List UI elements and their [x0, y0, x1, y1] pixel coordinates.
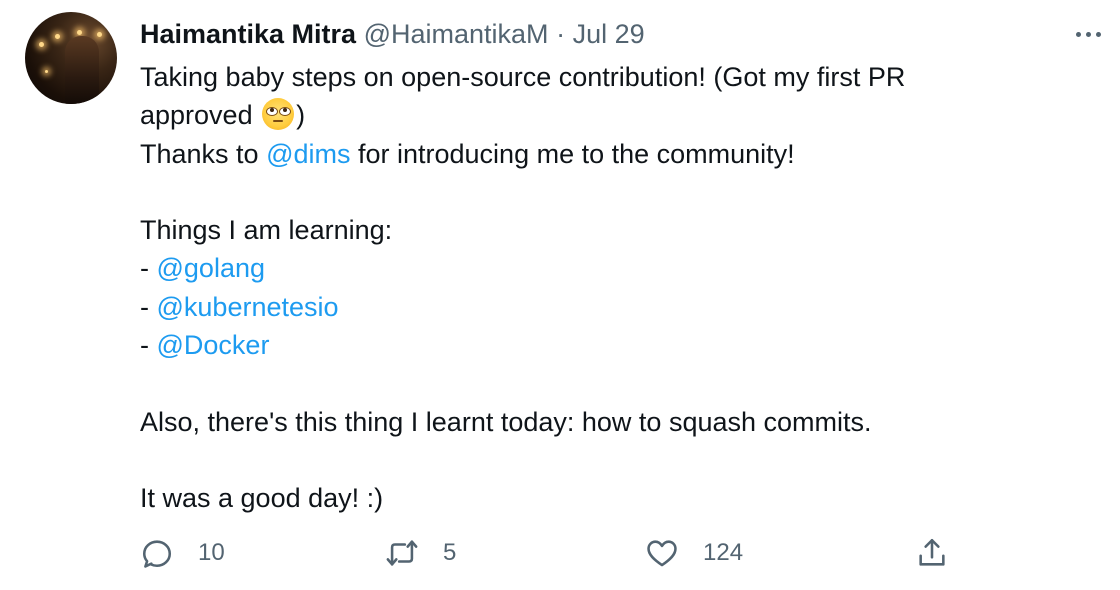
tweet-text-segment: for introducing me to the community!	[350, 138, 795, 169]
tweet-line	[140, 173, 1090, 211]
mention-link[interactable]: @kubernetesio	[157, 292, 339, 322]
tweet-text-segment: Things I am learning:	[140, 215, 393, 246]
mention-link[interactable]: @Docker	[157, 330, 270, 360]
tweet-line: approved )	[140, 96, 1090, 134]
retweet-count: 5	[443, 539, 457, 566]
tweet-line: - @kubernetesio	[140, 288, 1090, 326]
author-name[interactable]: Haimantika Mitra	[140, 19, 356, 49]
author-handle[interactable]: @HaimantikaM	[364, 19, 549, 49]
like-count: 124	[703, 539, 744, 566]
like-icon	[647, 540, 677, 567]
tweet-text-segment: approved	[140, 100, 261, 131]
reply-button[interactable]: 10	[140, 536, 225, 570]
tweet-date[interactable]: Jul 29	[573, 19, 645, 49]
reply-icon	[142, 540, 172, 568]
tweet-text-segment: Taking baby steps on open-source contrib…	[140, 62, 906, 92]
tweet-header: Haimantika Mitra @HaimantikaM · Jul 29	[140, 16, 645, 52]
tweet-line: Thanks to @dims for introducing me to th…	[140, 135, 1090, 173]
mention-link[interactable]: @golang	[157, 253, 266, 283]
tweet-line: Things I am learning:	[140, 211, 1090, 249]
tweet-line: Also, there's this thing I learnt today:…	[140, 403, 1090, 441]
share-button[interactable]	[915, 536, 949, 570]
header-separator: ·	[556, 19, 566, 49]
tweet-text: Taking baby steps on open-source contrib…	[140, 58, 1090, 518]
rolling-eyes-emoji-icon	[262, 98, 295, 131]
tweet-text-segment: It was a good day! :)	[140, 483, 384, 514]
tweet-text-segment: -	[140, 291, 157, 322]
mention-link[interactable]: @dims	[266, 139, 350, 169]
tweet-text-segment: -	[140, 330, 157, 361]
tweet-text-segment: )	[296, 100, 306, 131]
tweet-text-segment: Also, there's this thing I learnt today:…	[140, 406, 872, 437]
share-icon	[919, 538, 945, 566]
tweet-text-segment: Thanks to	[140, 138, 267, 169]
avatar[interactable]	[25, 12, 117, 104]
retweet-icon	[386, 540, 418, 566]
tweet-line: It was a good day! :)	[140, 479, 1090, 517]
tweet-line: - @Docker	[140, 326, 1090, 364]
reply-count: 10	[198, 539, 225, 566]
tweet-line	[140, 441, 1090, 479]
tweet-text-segment: -	[140, 253, 157, 284]
retweet-button[interactable]: 5	[385, 536, 456, 570]
tweet-line: - @golang	[140, 249, 1090, 287]
like-button[interactable]: 124	[645, 536, 743, 570]
tweet-line	[140, 364, 1090, 402]
tweet-actions: 10 5 124	[140, 536, 960, 576]
tweet-line: Taking baby steps on open-source contrib…	[140, 58, 1090, 96]
more-options-icon[interactable]	[1070, 24, 1106, 44]
